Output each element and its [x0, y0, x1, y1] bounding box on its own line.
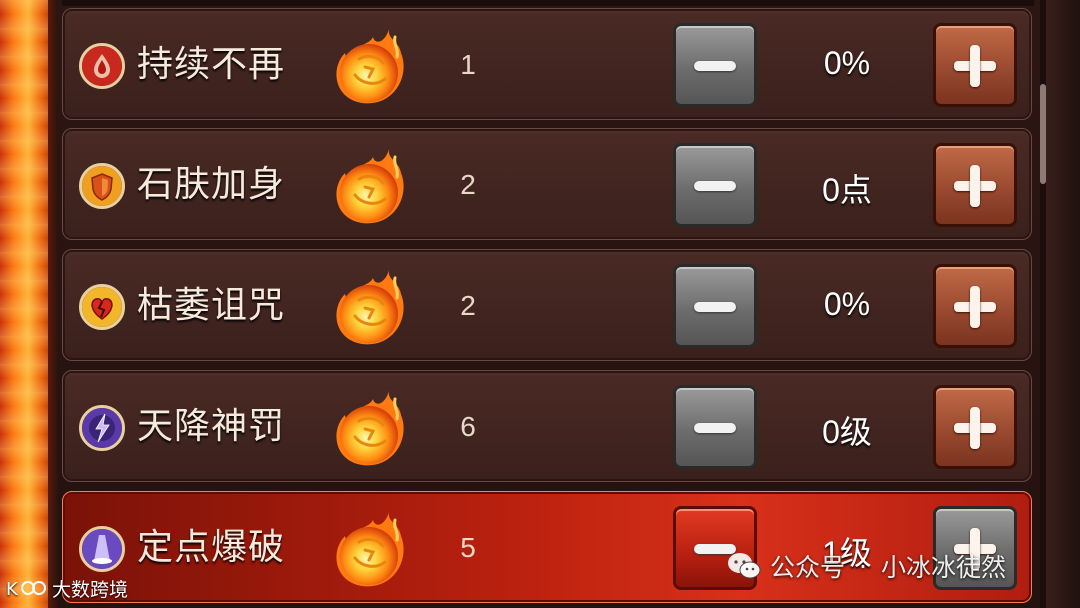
lightning-icon	[79, 405, 125, 451]
skill-name: 石肤加身	[137, 164, 286, 205]
left-border-shadow	[48, 0, 58, 608]
watermark-author: 小冰冰徒然	[880, 553, 1006, 582]
skill-name: 枯萎诅咒	[137, 285, 286, 326]
increase-button[interactable]	[933, 264, 1017, 348]
right-border	[1044, 0, 1080, 608]
skill-name: 定点爆破	[137, 527, 286, 568]
skill-row[interactable]: 持续不再 1 0%	[62, 8, 1032, 120]
wechat-icon	[728, 553, 761, 579]
fire-orb-icon	[329, 23, 413, 107]
increase-button[interactable]	[933, 385, 1017, 469]
scrollbar-thumb[interactable]	[1040, 84, 1046, 184]
fire-orb-icon	[329, 264, 413, 348]
skill-list-screen: 持续不再 1 0% 石肤加身 2 0点 枯萎诅咒 2 0% 天降神罚 6 0级 …	[0, 0, 1080, 608]
skill-value: 0点	[822, 172, 872, 208]
minus-icon	[694, 181, 736, 191]
watermark-source: 公众号	[770, 553, 846, 582]
increase-button[interactable]	[933, 23, 1017, 107]
watermark-separator: ·	[859, 551, 867, 581]
skill-value: 0%	[823, 286, 871, 322]
decrease-button[interactable]	[673, 143, 757, 227]
plus-icon-vertical	[970, 286, 980, 328]
decrease-button[interactable]	[673, 23, 757, 107]
plus-icon-vertical	[970, 45, 980, 87]
decrease-button[interactable]	[673, 385, 757, 469]
skill-value: 0%	[823, 45, 871, 81]
minus-icon	[694, 302, 736, 312]
shield-icon	[79, 163, 125, 209]
skill-cost-count: 1	[460, 49, 476, 80]
skill-cost-count: 2	[460, 290, 476, 321]
skill-cost-count: 5	[460, 532, 476, 563]
plus-icon-vertical	[970, 407, 980, 449]
watermark-left: K 大数跨境	[6, 574, 128, 602]
watermark-left-text: 大数跨境	[52, 578, 129, 601]
skill-row[interactable]: 枯萎诅咒 2 0%	[62, 249, 1032, 361]
minus-icon	[694, 423, 736, 433]
skill-cost-count: 2	[460, 169, 476, 200]
minus-icon	[694, 61, 736, 71]
fire-orb-icon	[329, 506, 413, 590]
skill-row[interactable]: 定点爆破 5 1级	[62, 491, 1032, 603]
skill-name: 持续不再	[137, 44, 286, 85]
increase-button[interactable]	[933, 143, 1017, 227]
skill-cost-count: 6	[460, 411, 476, 442]
top-edge-strip	[62, 0, 1034, 6]
decrease-button[interactable]	[673, 264, 757, 348]
fire-orb-icon	[329, 143, 413, 227]
plus-icon-vertical	[970, 165, 980, 207]
watermark-right: 公众号 · 小冰冰徒然	[726, 548, 1006, 584]
svg-text:K: K	[6, 579, 19, 599]
skill-row[interactable]: 石肤加身 2 0点	[62, 128, 1032, 240]
skill-row[interactable]: 天降神罚 6 0级	[62, 370, 1032, 482]
fire-orb-icon	[329, 385, 413, 469]
skill-name: 天降神罚	[137, 406, 286, 447]
watermark-logo-icon: K	[6, 579, 46, 599]
beam-icon	[79, 526, 125, 572]
blood-drop-shield-icon	[79, 43, 125, 89]
skill-value: 0级	[822, 414, 872, 450]
broken-heart-icon	[79, 284, 125, 330]
